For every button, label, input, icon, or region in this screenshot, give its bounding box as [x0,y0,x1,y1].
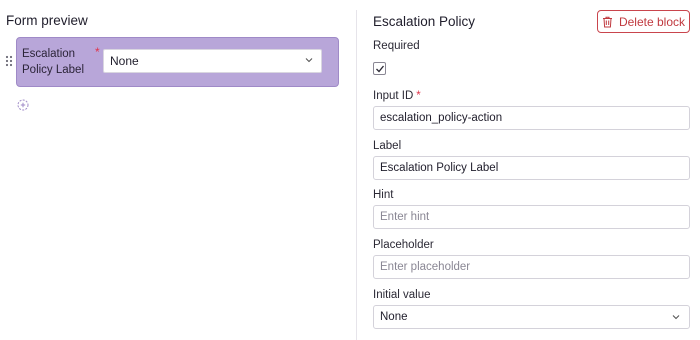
required-asterisk: * [95,45,100,59]
check-icon [376,65,385,73]
delete-block-label: Delete block [618,14,686,29]
label-field[interactable]: Escalation Policy Label [373,156,690,180]
add-circle-icon[interactable] [17,99,29,111]
placeholder-input[interactable] [373,255,690,279]
trash-icon [602,16,612,27]
block-title: Escalation Policy [373,14,476,29]
label-field-label: Label [373,140,402,152]
label-field-value: Escalation Policy Label [380,162,499,174]
hint-label: Hint [373,189,394,201]
app-root: Form preview Escalation Policy Label * N… [0,0,700,340]
input-id-field[interactable]: escalation_policy-action [373,106,690,130]
hint-input[interactable] [373,205,690,229]
chevron-down-icon [305,58,313,63]
preview-select-value: None [110,54,139,68]
initial-value-select[interactable]: None [373,305,690,329]
preview-select[interactable]: None [103,49,322,73]
initial-value-value: None [380,311,408,323]
initial-value-label: Initial value [373,289,431,301]
preview-field-label: Escalation Policy Label [22,48,85,76]
placeholder-label: Placeholder [373,239,434,251]
delete-block-button[interactable]: Delete block [597,10,690,33]
input-id-label-text: Input ID [373,90,414,102]
preview-field-card[interactable]: Escalation Policy Label * None [16,37,339,87]
input-id-value: escalation_policy-action [380,112,503,124]
chevron-down-icon [672,315,680,320]
drag-handle-icon[interactable] [4,54,14,68]
required-checkbox[interactable] [373,62,386,75]
required-asterisk: * [416,90,421,102]
required-label: Required [373,40,420,52]
form-preview-title: Form preview [6,13,88,28]
block-settings-pane: Escalation Policy Delete block Required … [357,0,700,340]
form-preview-pane: Form preview Escalation Policy Label * N… [0,0,356,340]
input-id-label: Input ID * [373,90,421,102]
